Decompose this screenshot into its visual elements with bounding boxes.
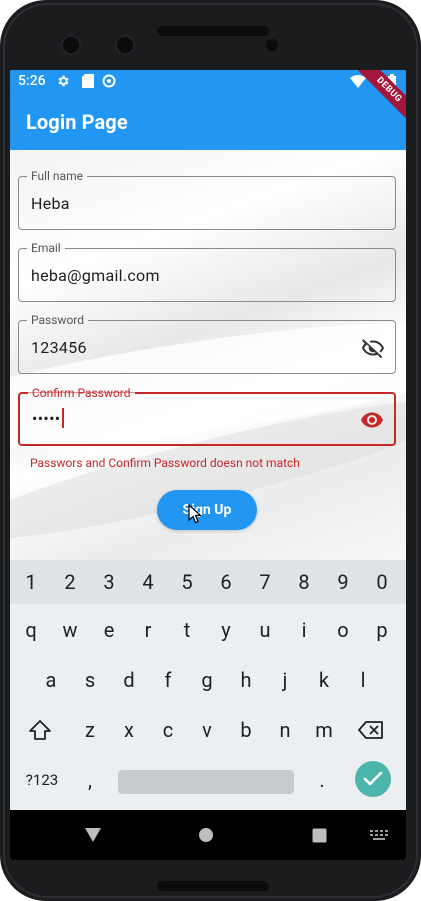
shift-icon[interactable] — [28, 719, 52, 741]
key-w[interactable]: w — [55, 610, 85, 650]
key-3[interactable]: 3 — [94, 562, 124, 602]
key-f[interactable]: f — [153, 660, 183, 700]
key-2[interactable]: 2 — [55, 562, 85, 602]
key-0[interactable]: 0 — [367, 562, 397, 602]
status-bar: 5:26 — [10, 70, 406, 94]
email-label: Email — [27, 241, 65, 255]
key-v[interactable]: v — [192, 710, 222, 750]
key-9[interactable]: 9 — [328, 562, 358, 602]
keyboard-row-1: q w e r t y u i o p — [10, 610, 406, 650]
key-r[interactable]: r — [133, 610, 163, 650]
keyboard-row-2: a s d f g h j k l — [10, 660, 406, 700]
key-4[interactable]: 4 — [133, 562, 163, 602]
password-field[interactable]: Password 123456 — [18, 313, 396, 374]
phone-screen: 5:26 Login Page DEBUG Full name Heba Ema… — [10, 70, 406, 860]
visibility-off-icon[interactable] — [361, 336, 385, 360]
confirm-password-label: Confirm Password — [28, 386, 135, 400]
key-q[interactable]: q — [16, 610, 46, 650]
settings-gear-icon — [58, 75, 69, 87]
password-label: Password — [27, 313, 89, 327]
confirm-password-value: ••••• — [32, 409, 61, 428]
checkmark-icon — [363, 771, 383, 786]
backspace-icon[interactable] — [358, 720, 384, 740]
key-t[interactable]: t — [172, 610, 202, 650]
proximity-sensor — [266, 39, 278, 51]
text-cursor — [61, 408, 64, 428]
key-1[interactable]: 1 — [16, 562, 46, 602]
login-form: Full name Heba Email heba@gmail.com Pass… — [10, 150, 406, 560]
key-u[interactable]: u — [250, 610, 280, 650]
front-camera — [60, 34, 82, 56]
earpiece-speaker — [157, 26, 269, 36]
key-c[interactable]: c — [153, 710, 183, 750]
key-x[interactable]: x — [114, 710, 144, 750]
sign-up-button[interactable]: Sign Up — [157, 490, 257, 530]
front-sensor — [114, 34, 136, 56]
email-field[interactable]: Email heba@gmail.com — [18, 241, 396, 302]
key-l[interactable]: l — [348, 660, 378, 700]
soft-keyboard: 1 2 3 4 5 6 7 8 9 0 q w e r t y u i o p … — [10, 560, 406, 810]
key-6[interactable]: 6 — [211, 562, 241, 602]
key-m[interactable]: m — [309, 710, 339, 750]
key-8[interactable]: 8 — [289, 562, 319, 602]
key-5[interactable]: 5 — [172, 562, 202, 602]
keyboard-row-3: z x c v b n m — [10, 710, 406, 750]
password-value: 123456 — [31, 338, 87, 357]
page-title: Login Page — [26, 110, 128, 134]
key-j[interactable]: j — [270, 660, 300, 700]
key-z[interactable]: z — [75, 710, 105, 750]
key-a[interactable]: a — [36, 660, 66, 700]
password-mismatch-error: Passwors and Confirm Password doesn not … — [30, 456, 300, 470]
mouse-pointer-icon — [188, 504, 202, 524]
keyboard-switch-icon[interactable] — [370, 830, 388, 841]
recents-square-icon[interactable] — [312, 828, 327, 843]
symbols-key[interactable]: ?123 — [22, 760, 62, 800]
sync-icon — [102, 74, 116, 88]
sd-card-icon — [82, 74, 94, 88]
key-e[interactable]: e — [94, 610, 124, 650]
period-key[interactable]: . — [307, 760, 337, 800]
full-name-value: Heba — [31, 194, 70, 213]
key-i[interactable]: i — [289, 610, 319, 650]
key-n[interactable]: n — [270, 710, 300, 750]
confirm-password-value-wrap: ••••• — [32, 408, 64, 428]
key-h[interactable]: h — [231, 660, 261, 700]
comma-key[interactable]: , — [75, 760, 105, 800]
app-bar: Login Page — [10, 94, 406, 150]
email-value: heba@gmail.com — [31, 266, 160, 285]
navigation-bar — [10, 810, 406, 860]
key-s[interactable]: s — [75, 660, 105, 700]
key-y[interactable]: y — [211, 610, 241, 650]
key-k[interactable]: k — [309, 660, 339, 700]
visibility-icon[interactable] — [360, 408, 384, 432]
back-triangle-icon[interactable] — [84, 827, 102, 843]
bottom-speaker — [157, 881, 269, 891]
confirm-password-field[interactable]: Confirm Password ••••• — [18, 386, 396, 446]
key-7[interactable]: 7 — [250, 562, 280, 602]
key-p[interactable]: p — [367, 610, 397, 650]
enter-key[interactable] — [355, 761, 391, 797]
full-name-label: Full name — [27, 169, 87, 183]
full-name-field[interactable]: Full name Heba — [18, 169, 396, 230]
key-b[interactable]: b — [231, 710, 261, 750]
keyboard-number-row: 1 2 3 4 5 6 7 8 9 0 — [10, 560, 406, 604]
spacebar-key[interactable] — [118, 770, 294, 794]
key-g[interactable]: g — [192, 660, 222, 700]
status-time: 5:26 — [18, 73, 46, 89]
key-o[interactable]: o — [328, 610, 358, 650]
phone-frame: 5:26 Login Page DEBUG Full name Heba Ema… — [0, 0, 421, 901]
home-circle-icon[interactable] — [198, 827, 214, 843]
key-d[interactable]: d — [114, 660, 144, 700]
